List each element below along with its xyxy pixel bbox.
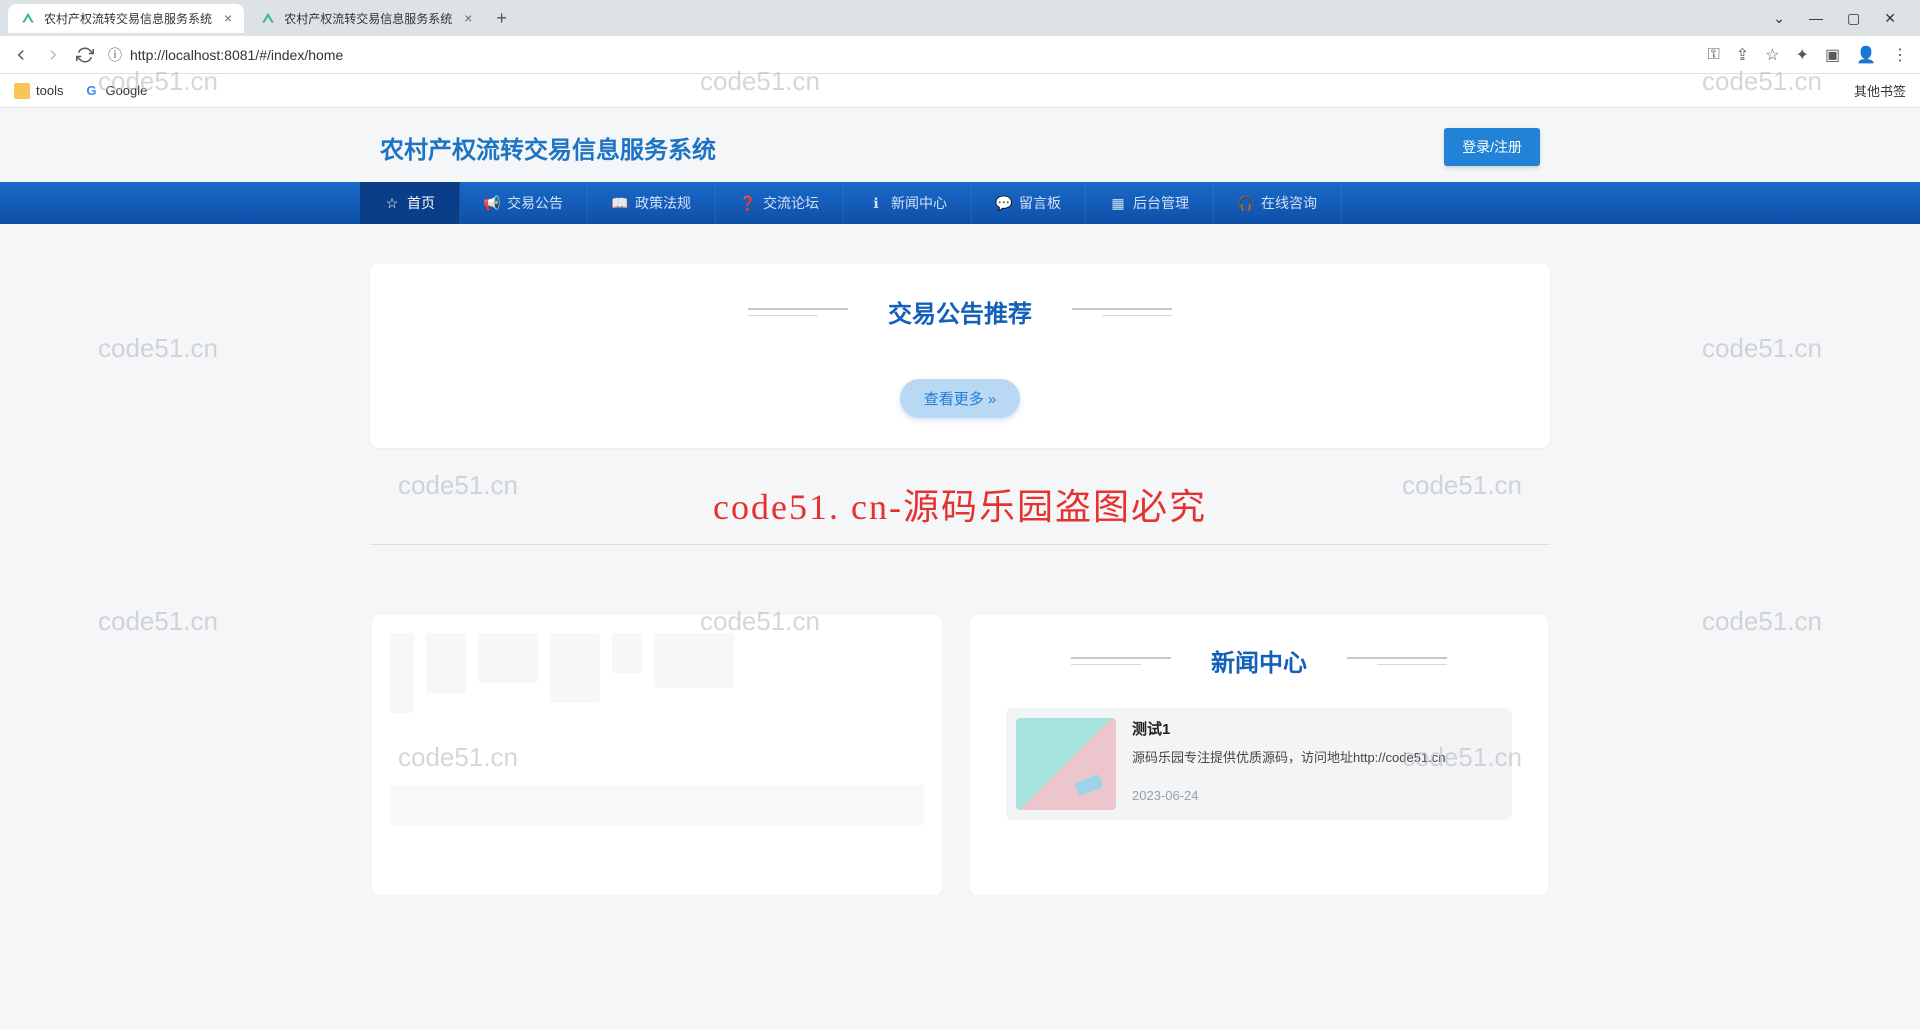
address-bar: ⓘ http://localhost:8081/#/index/home ⚿ ⇪… [0, 36, 1920, 74]
nav-item-4[interactable]: ℹ 新闻中心 [844, 182, 972, 224]
info-icon: ℹ [868, 195, 884, 211]
news-panel: 新闻中心 测试1 源码乐园专注提供优质源码，访问地址http://code51.… [970, 615, 1548, 895]
nav-label: 交流论坛 [763, 193, 819, 213]
site-info-icon[interactable]: ⓘ [108, 45, 122, 65]
question-icon: ❓ [740, 195, 756, 211]
share-icon[interactable]: ⇪ [1736, 45, 1749, 65]
site-header: 农村产权流转交易信息服务系统 登录/注册 [360, 108, 1560, 182]
nav-label: 交易公告 [507, 193, 563, 213]
key-icon[interactable]: ⚿ [1708, 46, 1720, 64]
folder-icon [14, 83, 30, 99]
news-item[interactable]: 测试1 源码乐园专注提供优质源码，访问地址http://code51.cn 20… [1006, 708, 1512, 820]
browser-tab[interactable]: 农村产权流转交易信息服务系统 × [248, 4, 484, 33]
main-nav: ☆ 首页 📢 交易公告 📖 政策法规 ❓ 交流论坛 ℹ 新闻中心 💬 留言板 ▦ 后台管理 🎧 在线咨询 [0, 182, 1920, 224]
other-bookmarks[interactable]: 其他书签 [1848, 81, 1906, 100]
bookmark-tools[interactable]: tools [14, 83, 63, 99]
close-window-icon[interactable]: ✕ [1884, 10, 1896, 27]
nav-item-2[interactable]: 📖 政策法规 [588, 182, 716, 224]
decor-lines [748, 308, 848, 316]
bookmark-google[interactable]: G Google [83, 83, 147, 99]
tab-title: 农村产权流转交易信息服务系统 [284, 10, 452, 27]
nav-label: 在线咨询 [1261, 193, 1317, 213]
vue-favicon-icon [260, 10, 276, 26]
nav-label: 后台管理 [1133, 193, 1189, 213]
grid-icon: ▦ [1110, 195, 1126, 211]
tab-bar: 农村产权流转交易信息服务系统 × 农村产权流转交易信息服务系统 × + ⌄ — … [0, 0, 1920, 36]
vue-favicon-icon [20, 10, 36, 26]
book-icon: 📖 [612, 195, 628, 211]
side-panel-icon[interactable]: ▣ [1825, 45, 1840, 65]
url-text: http://localhost:8081/#/index/home [130, 47, 343, 63]
bookmark-label: Google [105, 83, 147, 98]
site-title: 农村产权流转交易信息服务系统 [380, 130, 716, 165]
star-icon: ☆ [384, 195, 400, 211]
nav-item-3[interactable]: ❓ 交流论坛 [716, 182, 844, 224]
news-title: 测试1 [1132, 718, 1502, 739]
news-date: 2023-06-24 [1132, 788, 1502, 803]
star-icon[interactable]: ☆ [1765, 45, 1779, 65]
tab-title: 农村产权流转交易信息服务系统 [44, 10, 212, 27]
google-icon: G [83, 83, 99, 99]
nav-label: 政策法规 [635, 193, 691, 213]
new-tab-button[interactable]: + [488, 4, 515, 33]
other-bookmarks-label: 其他书签 [1854, 81, 1906, 100]
window-controls: ⌄ — ▢ ✕ [1757, 10, 1912, 27]
nav-item-1[interactable]: 📢 交易公告 [460, 182, 588, 224]
login-register-button[interactable]: 登录/注册 [1444, 128, 1540, 166]
announcements-card: 交易公告推荐 查看更多 » [370, 264, 1550, 448]
profile-icon[interactable]: 👤 [1856, 45, 1876, 65]
reload-button[interactable] [76, 46, 94, 64]
close-icon[interactable]: × [224, 10, 232, 26]
more-label: 查看更多 [924, 391, 984, 408]
nav-label: 首页 [407, 193, 435, 213]
decor-lines [1347, 657, 1447, 665]
back-button[interactable] [12, 46, 30, 64]
nav-item-5[interactable]: 💬 留言板 [972, 182, 1086, 224]
minimize-icon[interactable]: — [1809, 10, 1823, 27]
page-body: code51.cn code51.cn code51.cn code51.cn … [0, 108, 1920, 1028]
nav-label: 新闻中心 [891, 193, 947, 213]
browser-tab[interactable]: 农村产权流转交易信息服务系统 × [8, 4, 244, 33]
url-input[interactable]: ⓘ http://localhost:8081/#/index/home [108, 45, 1694, 65]
section-title: 交易公告推荐 [888, 294, 1032, 329]
close-icon[interactable]: × [464, 10, 472, 26]
section-title: 新闻中心 [1211, 643, 1307, 678]
double-arrow-icon: » [988, 391, 996, 408]
browser-chrome: 农村产权流转交易信息服务系统 × 农村产权流转交易信息服务系统 × + ⌄ — … [0, 0, 1920, 108]
bookmark-label: tools [36, 83, 63, 98]
news-thumbnail [1016, 718, 1116, 810]
nav-label: 留言板 [1019, 193, 1061, 213]
forward-button[interactable] [44, 46, 62, 64]
view-more-button[interactable]: 查看更多 » [900, 379, 1021, 418]
chevron-down-icon[interactable]: ⌄ [1773, 10, 1785, 27]
news-desc: 源码乐园专注提供优质源码，访问地址http://code51.cn [1132, 747, 1502, 766]
megaphone-icon: 📢 [484, 195, 500, 211]
extension-icon[interactable]: ✦ [1796, 45, 1809, 65]
nav-item-0[interactable]: ☆ 首页 [360, 182, 460, 224]
nav-item-6[interactable]: ▦ 后台管理 [1086, 182, 1214, 224]
decor-lines [1071, 657, 1171, 665]
bookmarks-bar: tools G Google 其他书签 [0, 74, 1920, 108]
headset-icon: 🎧 [1238, 195, 1254, 211]
decor-lines [1072, 308, 1172, 316]
message-icon: 💬 [996, 195, 1012, 211]
divider [370, 544, 1550, 545]
menu-icon[interactable]: ⋮ [1892, 45, 1908, 65]
nav-item-7[interactable]: 🎧 在线咨询 [1214, 182, 1342, 224]
big-watermark: code51. cn-源码乐园盗图必究 [0, 478, 1920, 530]
maximize-icon[interactable]: ▢ [1847, 10, 1860, 27]
left-panel [372, 615, 942, 895]
